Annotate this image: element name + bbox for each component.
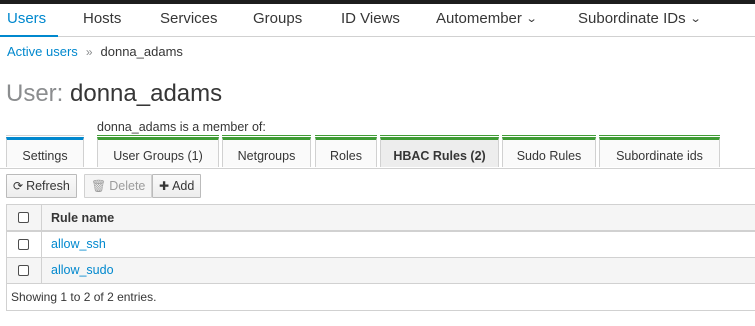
column-header-rule-name[interactable]: Rule name — [51, 205, 114, 231]
row-check-cell — [7, 258, 42, 283]
table-header-row: Rule name — [7, 205, 755, 232]
rule-link[interactable]: allow_sudo — [51, 258, 114, 283]
nav-active-indicator — [0, 35, 58, 37]
tab-sudo-rules[interactable]: Sudo Rules — [502, 135, 596, 167]
tab-settings[interactable]: Settings — [6, 135, 84, 167]
tab-hbac-rules[interactable]: HBAC Rules (2) — [380, 135, 499, 167]
nav-subordinate-ids[interactable]: Subordinate IDs ⌄ — [578, 10, 702, 27]
table-row: allow_ssh — [7, 232, 755, 258]
breadcrumb-current: donna_adams — [100, 44, 183, 59]
nav-subordinate-ids-label: Subordinate IDs — [578, 10, 686, 27]
row-checkbox[interactable] — [18, 265, 29, 276]
nav-services[interactable]: Services — [160, 10, 218, 27]
refresh-button-label: Refresh — [26, 179, 70, 193]
chevron-down-icon: ⌄ — [525, 13, 538, 25]
delete-button-label: Delete — [109, 179, 146, 193]
main-nav: Users Hosts Services Groups ID Views Aut… — [0, 4, 755, 37]
tab-user-groups[interactable]: User Groups (1) — [97, 135, 219, 167]
tab-subordinate-ids[interactable]: Subordinate ids — [599, 135, 720, 167]
nav-hosts[interactable]: Hosts — [83, 10, 121, 27]
table-footer: Showing 1 to 2 of 2 entries. — [11, 290, 157, 304]
trash-icon: 🗑 — [91, 179, 107, 193]
page-title-prefix: User: — [6, 80, 64, 107]
nav-users[interactable]: Users — [7, 10, 46, 27]
plus-icon: ✚ — [159, 179, 170, 193]
tab-roles[interactable]: Roles — [315, 135, 377, 167]
breadcrumb: Active users » donna_adams — [7, 44, 183, 59]
refresh-button[interactable]: ⟳ Refresh — [6, 174, 77, 198]
member-of-label: donna_adams is a member of: — [97, 120, 266, 134]
delete-button[interactable]: 🗑 Delete — [84, 174, 153, 198]
table-row: allow_sudo — [7, 258, 755, 284]
select-all-checkbox[interactable] — [18, 212, 29, 223]
select-all-cell — [7, 205, 42, 230]
add-button[interactable]: ✚ Add — [152, 174, 202, 198]
nav-automember-label: Automember — [436, 10, 522, 27]
nav-groups[interactable]: Groups — [253, 10, 302, 27]
breadcrumb-active-users-link[interactable]: Active users — [7, 44, 78, 59]
page-title: User: donna_adams — [6, 80, 222, 108]
row-checkbox[interactable] — [18, 239, 29, 250]
hbac-rules-table: Rule name allow_ssh allow_sudo Showing 1… — [6, 204, 755, 311]
breadcrumb-separator: » — [85, 45, 93, 59]
row-check-cell — [7, 232, 42, 257]
nav-id-views[interactable]: ID Views — [341, 10, 400, 27]
tab-netgroups[interactable]: Netgroups — [222, 135, 311, 167]
add-button-label: Add — [172, 179, 195, 193]
refresh-icon: ⟳ — [13, 179, 24, 193]
nav-automember[interactable]: Automember ⌄ — [436, 10, 538, 27]
chevron-down-icon: ⌄ — [689, 13, 702, 25]
rule-link[interactable]: allow_ssh — [51, 232, 106, 257]
page-title-name: donna_adams — [70, 80, 223, 107]
